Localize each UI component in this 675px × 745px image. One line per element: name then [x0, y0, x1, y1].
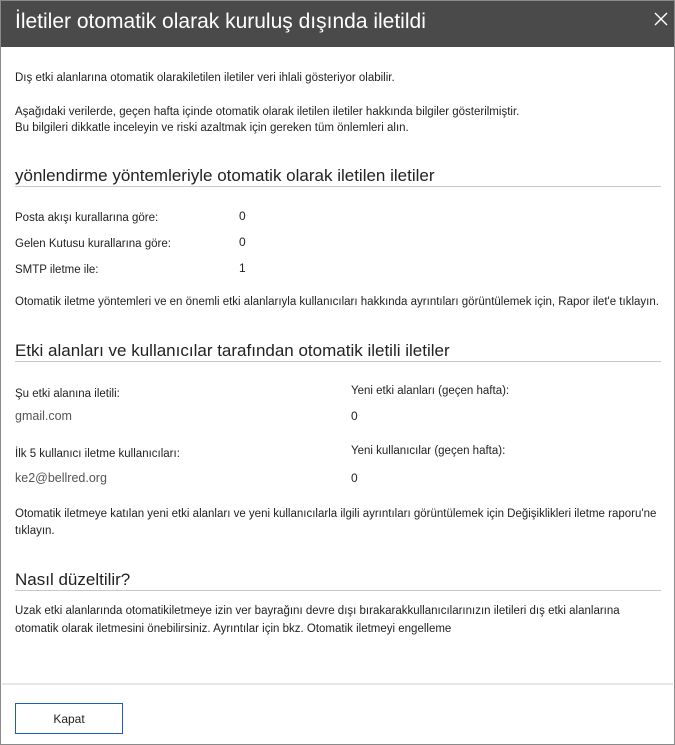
forwarded-domain-value: gmail.com	[15, 409, 72, 423]
domains-heading: Etki alanları ve kullanıcılar tarafından…	[15, 341, 450, 360]
fix-text-2: otomatik olarak iletmesini önebilirsiniz…	[15, 623, 452, 635]
domains-note-1: Otomatik iletmeye katılan yeni etki alan…	[15, 508, 657, 520]
top-users-value: ke2@bellred.org	[15, 471, 107, 485]
inbox-rules-label: Gelen Kutusu kurallarına göre:	[15, 238, 171, 250]
smtp-forwarding-value: 1	[239, 261, 246, 275]
mail-flow-rules-label: Posta akışı kurallarına göre:	[15, 212, 159, 224]
dialog-header: İletiler otomatik olarak kuruluş dışında…	[1, 1, 674, 47]
fix-text-1: Uzak etki alanlarında otomatikiletmeye i…	[15, 605, 620, 617]
footer-divider	[2, 683, 673, 685]
methods-note: Otomatik iletme yöntemleri ve en önemli …	[15, 296, 659, 308]
new-domains-value: 0	[351, 409, 358, 423]
mail-flow-rules-value: 0	[239, 209, 246, 223]
auto-forward-dialog: İletiler otomatik olarak kuruluş dışında…	[0, 0, 675, 745]
close-button[interactable]: Kapat	[15, 703, 123, 734]
top-users-label: İlk 5 kullanıcı iletme kullanıcıları:	[15, 448, 180, 460]
intro-text-1: Dış etki alanlarına otomatik olarakileti…	[15, 72, 395, 84]
domains-divider	[15, 361, 661, 362]
intro-text-2: Aşağıdaki verilerde, geçen hafta içinde …	[15, 106, 520, 118]
fix-heading: Nasıl düzeltilir?	[15, 570, 131, 589]
methods-divider	[15, 186, 661, 187]
inbox-rules-value: 0	[239, 235, 246, 249]
close-icon[interactable]	[649, 7, 673, 31]
fix-divider	[15, 590, 661, 591]
new-users-label: Yeni kullanıcılar (geçen hafta):	[351, 445, 506, 457]
smtp-forwarding-label: SMTP iletme ile:	[15, 264, 99, 276]
intro-text-3: Bu bilgileri dikkatle inceleyin ve riski…	[15, 122, 409, 134]
methods-heading: yönlendirme yöntemleriyle otomatik olara…	[15, 166, 435, 185]
domains-note-2: tıklayın.	[15, 525, 55, 537]
dialog-title: İletiler otomatik olarak kuruluş dışında…	[15, 10, 426, 33]
new-users-value: 0	[351, 471, 358, 485]
new-domains-label: Yeni etki alanları (geçen hafta):	[351, 385, 510, 397]
forwarded-domain-label: Şu etki alanına iletili:	[15, 388, 120, 400]
